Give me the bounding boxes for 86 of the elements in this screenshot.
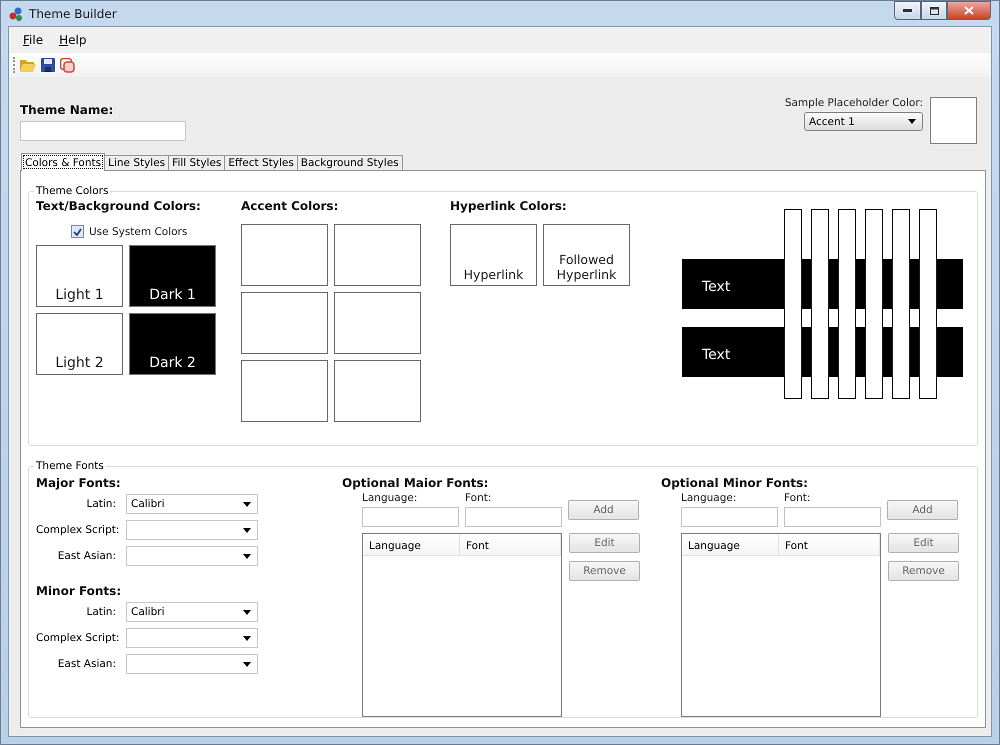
checkbox-label: Use System Colors [89,226,188,238]
placeholder-dropdown[interactable]: Accent 1 [804,112,923,131]
minimize-button[interactable] [894,1,921,20]
field-label: Theme Name: [20,103,114,117]
field-label: Language: [681,492,738,504]
swatch-label: Dark 1 [149,286,196,303]
field-label: Font: [465,492,492,504]
field-label: Latin: [85,606,116,618]
field-label: Complex Script: [36,524,116,536]
checkmark-icon [73,228,82,236]
color-swatch[interactable] [241,292,328,354]
list-button[interactable]: Remove [888,561,959,581]
tab[interactable]: Fill Styles [168,155,226,171]
minimize-icon [903,9,912,12]
tab[interactable]: Effect Styles [224,155,298,171]
color-swatch[interactable]: Followed Hyperlink [543,224,630,286]
field-label: Latin: [85,498,116,510]
section-heading: Optional Maior Fonts: [342,476,490,490]
tab[interactable]: Background Styles [296,155,403,171]
font-list[interactable]: Language Font [681,533,881,717]
font-dropdown[interactable]: Calibri [126,602,258,622]
save-icon[interactable] [41,58,55,72]
group-title: Theme Fonts [35,460,105,472]
color-swatch[interactable]: Dark 1 [129,245,216,307]
swatch-label: Followed Hyperlink [556,253,618,282]
maximize-button[interactable] [921,1,947,20]
column-header[interactable]: Language [682,534,779,555]
caret-icon [243,662,251,666]
color-swatch[interactable] [334,360,421,422]
checkbox[interactable] [71,225,84,238]
caret-icon [243,636,251,640]
tab[interactable]: Line Styles [104,155,170,171]
caret-icon [243,554,251,558]
close-button[interactable] [947,1,991,20]
field-label: Font: [784,492,812,504]
section-heading: Accent Colors: [241,199,340,213]
list-button[interactable]: Add [568,500,639,520]
color-swatch[interactable]: Light 2 [36,313,123,375]
section-heading: Text/Background Colors: [36,199,202,213]
maximize-icon [930,6,938,14]
menu-item[interactable]: Help [51,33,94,47]
window-title: Theme Builder [29,6,118,20]
swatch-label: Light 2 [55,354,104,371]
caret-icon [243,610,251,614]
list-button[interactable]: Remove [569,561,640,581]
color-swatch[interactable] [241,224,328,286]
field-label: East Asian: [56,658,116,670]
section-heading: Hyperlink Colors: [450,199,568,213]
column-header[interactable]: Language [363,534,460,555]
column-header[interactable]: Font [779,534,880,555]
color-swatch[interactable]: Light 1 [36,245,123,307]
caret-icon [243,502,251,506]
theme-name-field[interactable] [20,121,186,141]
app-icon [9,6,23,20]
swatch-label: Dark 2 [149,354,196,371]
caret-icon [908,119,916,124]
section-heading: Optional Minor Fonts: [661,476,809,490]
section-heading: Minor Fonts: [36,584,122,598]
swatch-label: Light 1 [55,286,104,303]
language-field[interactable] [362,507,459,527]
color-swatch[interactable] [334,292,421,354]
list-button[interactable]: Edit [569,533,640,553]
color-swatch[interactable]: Dark 2 [129,313,216,375]
group-title: Theme Colors [35,185,110,197]
tab[interactable]: Colors & Fonts [21,153,106,171]
color-swatch[interactable] [241,360,328,422]
font-field[interactable] [784,507,881,527]
swatch-label: Hyperlink [464,268,524,282]
section-heading: Major Fonts: [36,476,122,490]
color-swatch[interactable] [334,224,421,286]
font-field[interactable] [465,507,562,527]
field-label: Complex Script: [36,632,116,644]
color-swatch[interactable]: Hyperlink [450,224,537,286]
field-label: Language: [362,492,418,504]
close-icon [964,6,974,15]
field-label: East Asian: [56,550,116,562]
list-button[interactable]: Add [887,500,958,520]
field-label: Sample Placeholder Color: [784,97,923,109]
font-list[interactable]: Language Font [362,533,562,717]
menu-item[interactable]: File [15,33,52,47]
stacked-squares-icon[interactable] [60,58,75,72]
column-header[interactable]: Font [460,534,561,555]
language-field[interactable] [681,507,778,527]
font-dropdown[interactable]: Calibri [126,494,258,514]
list-button[interactable]: Edit [888,533,959,553]
caret-icon [243,528,251,532]
